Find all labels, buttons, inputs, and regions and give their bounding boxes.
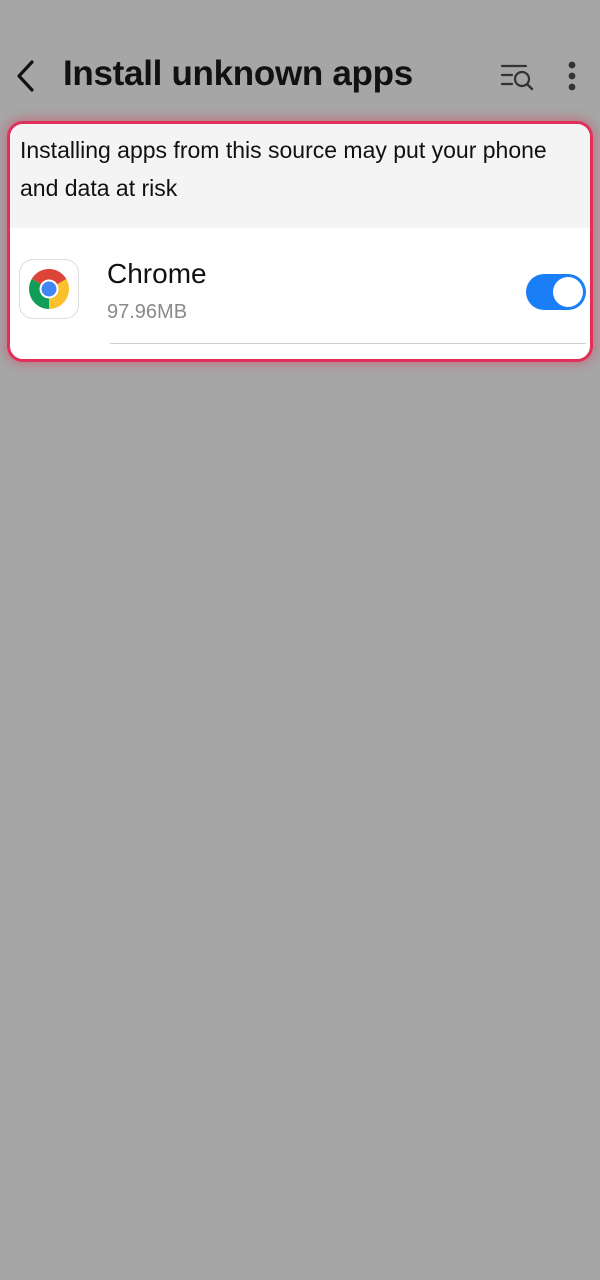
search-filter-button[interactable] <box>496 56 538 96</box>
divider <box>110 343 586 344</box>
highlighted-card: Installing apps from this source may put… <box>7 121 593 362</box>
filter-search-icon <box>500 64 534 91</box>
toggle-knob <box>553 277 583 307</box>
back-button[interactable] <box>6 52 46 100</box>
app-bar: Install unknown apps <box>0 0 600 120</box>
app-name: Chrome <box>107 258 207 289</box>
page-title: Install unknown apps <box>63 54 413 93</box>
more-vertical-icon <box>568 61 576 91</box>
warning-text: Installing apps from this source may put… <box>20 137 547 201</box>
back-arrow-icon <box>17 60 34 92</box>
app-list-item[interactable]: Chrome 97.96MB <box>10 228 590 359</box>
more-options-button[interactable] <box>556 56 588 96</box>
warning-banner: Installing apps from this source may put… <box>10 124 590 228</box>
app-size: 97.96MB <box>107 301 188 323</box>
allow-toggle[interactable] <box>526 274 586 310</box>
chrome-icon <box>19 259 79 319</box>
